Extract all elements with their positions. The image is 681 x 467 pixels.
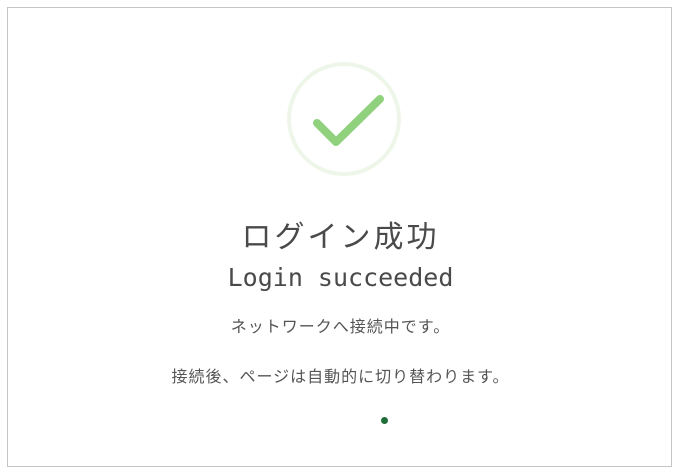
redirect-message: 接続後、ページは自動的に切り替わります。 — [171, 367, 510, 386]
page-title-english: Login succeeded — [227, 263, 454, 292]
success-check-badge — [287, 62, 401, 176]
connecting-message: ネットワークへ接続中です。 — [230, 317, 451, 336]
page-title-japanese: ログイン成功 — [241, 220, 440, 255]
checkmark-icon — [313, 95, 384, 146]
loading-indicator — [381, 417, 388, 424]
